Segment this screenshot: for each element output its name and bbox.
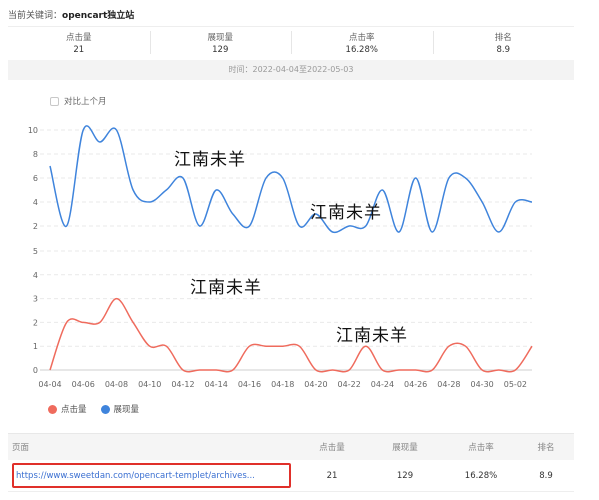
cell-ctr: 16.28% bbox=[464, 470, 498, 481]
stat-value: 129 bbox=[212, 45, 229, 55]
legend-dot-impressions-icon bbox=[100, 404, 110, 414]
legend-item-clicks[interactable]: 点击量 bbox=[48, 403, 87, 415]
stats-summary: 点击量 21 展现量 129 点击率 16.28% 排名 8.9 bbox=[8, 26, 574, 58]
y-tick-label: 5 bbox=[33, 247, 38, 256]
column-header-ctr[interactable]: 点击率 bbox=[444, 441, 518, 453]
x-tick-label: 04-22 bbox=[338, 380, 361, 389]
x-tick-label: 04-06 bbox=[72, 380, 95, 389]
stat-label: 点击量 bbox=[65, 33, 92, 43]
keyword-value: opencart独立站 bbox=[62, 11, 135, 21]
y-tick-label: 0 bbox=[33, 366, 38, 375]
time-range: 时间：2022-04-04至2022-05-03 bbox=[8, 60, 574, 80]
trend-chart: 2 4 6 8 10 0 1 2 3 4 5 04-04 04-06 04-08 04-10 04-12 04-… bbox=[28, 125, 533, 389]
x-tick-label: 04-14 bbox=[205, 380, 228, 389]
current-keyword: 当前关键词：opencart独立站 bbox=[8, 8, 134, 21]
watermark-text: 江南未羊 bbox=[190, 278, 262, 298]
column-header-impressions[interactable]: 展现量 bbox=[366, 441, 444, 453]
y-tick-label: 10 bbox=[28, 126, 38, 135]
column-header-rank[interactable]: 排名 bbox=[518, 441, 574, 453]
keyword-label: 当前关键词： bbox=[8, 11, 63, 21]
x-tick-label: 04-24 bbox=[371, 380, 394, 389]
stat-value: 8.9 bbox=[496, 45, 511, 55]
x-tick-label: 04-04 bbox=[38, 380, 61, 389]
cell-clicks: 21 bbox=[326, 470, 338, 481]
stat-label: 展现量 bbox=[207, 33, 233, 43]
stat-label: 排名 bbox=[494, 33, 512, 43]
pages-table: 页面 点击量 展现量 点击率 排名 https://www.sweetdan.c… bbox=[8, 433, 574, 492]
compare-checkbox[interactable] bbox=[50, 96, 59, 106]
legend-dot-clicks-icon bbox=[48, 404, 57, 414]
cell-page: https://www.sweetdan.com/opencart-temple… bbox=[8, 463, 298, 488]
watermark-text: 江南未羊 bbox=[310, 203, 382, 223]
table-row: https://www.sweetdan.com/opencart-temple… bbox=[8, 460, 574, 492]
stat-value: 21 bbox=[73, 45, 85, 55]
legend-label-clicks: 点击量 bbox=[61, 405, 87, 415]
x-tick-label: 04-20 bbox=[304, 380, 327, 389]
y-tick-label: 6 bbox=[33, 174, 38, 183]
x-tick-label: 04-28 bbox=[437, 380, 460, 389]
compare-label: 对比上个月 bbox=[64, 97, 107, 107]
y-tick-label: 4 bbox=[33, 198, 38, 207]
stat-rank: 排名 8.9 bbox=[432, 27, 575, 58]
cell-rank: 8.9 bbox=[539, 470, 553, 481]
y-tick-label: 8 bbox=[33, 150, 38, 159]
y-tick-label: 2 bbox=[33, 318, 38, 327]
y-tick-label: 4 bbox=[33, 271, 38, 280]
legend-item-impressions[interactable]: 展现量 bbox=[100, 403, 140, 415]
stat-clicks: 点击量 21 bbox=[8, 27, 150, 58]
clicks-series-line bbox=[49, 297, 533, 373]
x-tick-label: 04-10 bbox=[138, 380, 161, 389]
impressions-series-line bbox=[49, 125, 533, 234]
stat-value: 16.28% bbox=[345, 45, 378, 55]
legend-label-impressions: 展现量 bbox=[113, 405, 140, 415]
x-tick-label: 04-12 bbox=[171, 380, 194, 389]
x-tick-label: 04-16 bbox=[238, 380, 261, 389]
page-url-link[interactable]: https://www.sweetdan.com/opencart-temple… bbox=[12, 463, 291, 488]
x-tick-label: 04-08 bbox=[105, 380, 128, 389]
chart-legend: 点击量 展现量 bbox=[48, 403, 139, 415]
table-header: 页面 点击量 展现量 点击率 排名 bbox=[8, 433, 574, 460]
stat-impressions: 展现量 129 bbox=[149, 27, 292, 58]
stat-ctr: 点击率 16.28% bbox=[291, 27, 433, 58]
compare-toggle[interactable]: 对比上个月 bbox=[50, 95, 107, 107]
y-tick-label: 2 bbox=[33, 222, 38, 231]
x-tick-label: 04-26 bbox=[404, 380, 427, 389]
column-header-page[interactable]: 页面 bbox=[8, 441, 298, 453]
watermark-text: 江南未羊 bbox=[174, 150, 246, 170]
x-tick-label: 04-30 bbox=[471, 380, 494, 389]
stat-label: 点击率 bbox=[348, 33, 375, 43]
y-tick-label: 1 bbox=[33, 342, 38, 351]
cell-impressions: 129 bbox=[396, 470, 414, 481]
watermark-text: 江南未羊 bbox=[336, 326, 408, 346]
column-header-clicks[interactable]: 点击量 bbox=[298, 441, 366, 453]
x-tick-label: 05-02 bbox=[504, 380, 527, 389]
x-tick-label: 04-18 bbox=[271, 380, 294, 389]
y-tick-label: 3 bbox=[33, 295, 38, 304]
